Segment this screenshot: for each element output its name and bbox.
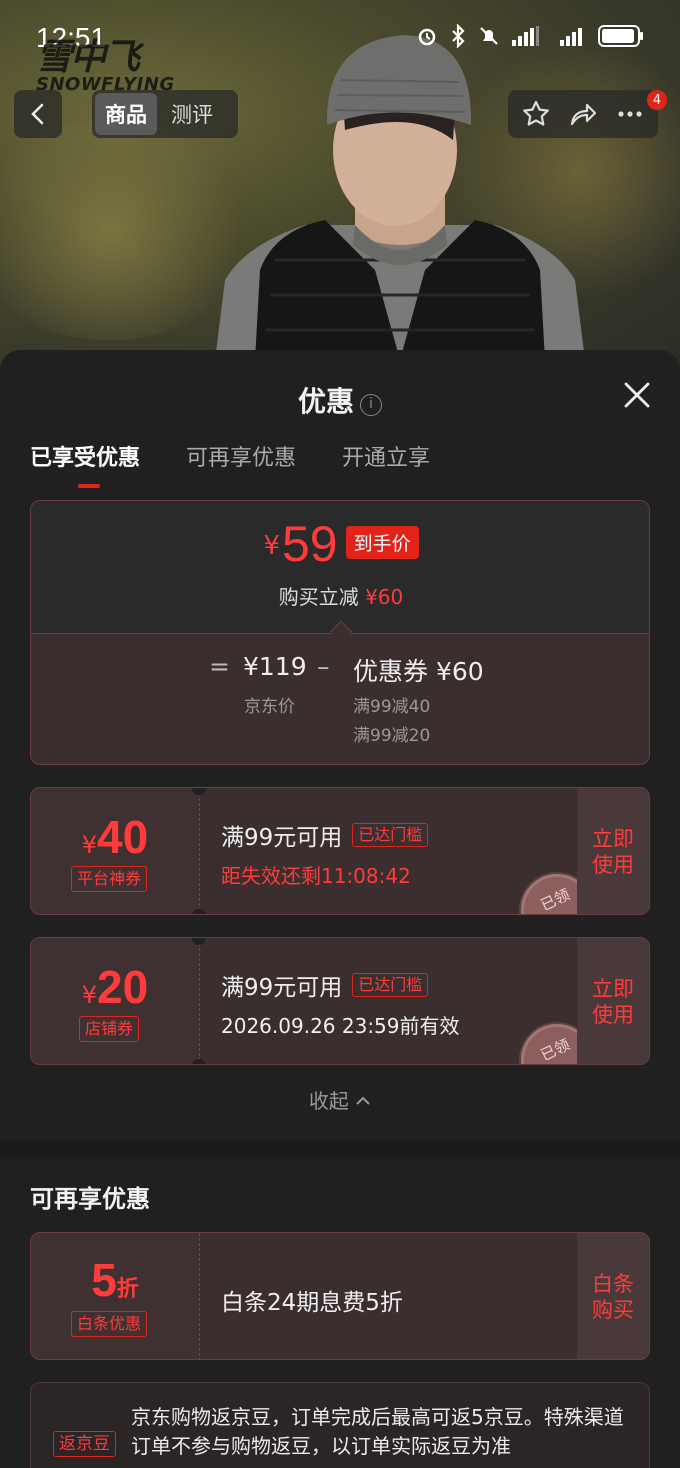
minus-sign: – — [317, 652, 330, 681]
bean-description: 京东购物返京豆，订单完成后最高可返5京豆。特殊渠道订单不参与购物返豆，以订单实际… — [131, 1405, 624, 1458]
nav-actions — [508, 90, 658, 138]
mute-icon — [480, 27, 498, 45]
offer-amount: 5折 — [91, 1254, 139, 1306]
tab-product[interactable]: 商品 — [95, 93, 157, 135]
share-icon[interactable] — [568, 99, 598, 129]
coupon-condition: 满99元可用 已达门槛 — [221, 818, 429, 852]
baitiao-buy-button[interactable]: 白条购买 — [577, 1233, 649, 1359]
section-title: 可再享优惠 — [30, 1185, 150, 1213]
chevron-left-icon — [31, 103, 44, 125]
final-price: 59 — [281, 516, 338, 572]
threshold-badge: 已达门槛 — [352, 823, 429, 847]
coupon-condition: 满99元可用 已达门槛 — [221, 968, 429, 1002]
use-now-button[interactable]: 立即使用 — [577, 788, 649, 914]
bluetooth-icon — [452, 24, 465, 48]
tab-activate[interactable]: 开通立享 — [342, 440, 430, 488]
tab-more[interactable]: 可再享优惠 — [186, 440, 296, 488]
coupon-total: 优惠券 ¥60 — [353, 657, 484, 686]
equals-sign: = — [209, 652, 230, 681]
coupon-expiry: 距失效还剩11:08:42 — [221, 864, 411, 888]
use-now-button[interactable]: 立即使用 — [577, 938, 649, 1064]
info-icon[interactable]: i — [360, 394, 382, 416]
notification-badge: 4 — [647, 90, 667, 110]
discount-summary: 购买立减 ¥60 — [278, 585, 404, 609]
offer-desc: 白条24期息费5折 — [221, 1290, 403, 1316]
more-offers-section: 可再享优惠 5折 白条优惠 白条24期息费5折 白条购买 返京豆 京东购物返京豆… — [0, 1157, 680, 1468]
offer-type: 白条优惠 — [71, 1311, 148, 1337]
coupon-card[interactable]: ¥40 平台神券 满99元可用 已达门槛 距失效还剩11:08:42 已领 立即… — [30, 787, 650, 915]
coupon-card[interactable]: ¥20 店铺券 满99元可用 已达门槛 2026.09.26 23:59前有效 … — [30, 937, 650, 1065]
more-icon[interactable] — [615, 99, 645, 129]
bean-tag: 返京豆 — [53, 1431, 116, 1457]
chevron-up-icon — [356, 1096, 370, 1105]
threshold-badge: 已达门槛 — [352, 973, 429, 997]
coupon-detail: 满99减20 — [353, 726, 431, 746]
coupon-expiry: 2026.09.26 23:59前有效 — [221, 1014, 460, 1038]
tab-review[interactable]: 测评 — [161, 93, 223, 135]
collapse-button[interactable]: 收起 — [0, 1085, 680, 1114]
alarm-icon — [418, 28, 436, 46]
tab-enjoyed[interactable]: 已享受优惠 — [30, 440, 140, 488]
back-button[interactable] — [14, 90, 62, 138]
final-price-label: 到手价 — [345, 526, 419, 559]
currency-symbol: ¥ — [263, 531, 280, 561]
brand-logo: 雪中飞 SNOWFLYING — [36, 37, 175, 95]
discount-tabs: 已享受优惠 可再享优惠 开通立享 — [30, 440, 430, 488]
baitiao-offer-card[interactable]: 5折 白条优惠 白条24期息费5折 白条购买 — [30, 1232, 650, 1360]
star-icon[interactable] — [521, 99, 551, 129]
coupon-type: 平台神券 — [71, 866, 148, 892]
model-photo — [215, 35, 585, 360]
status-icons — [416, 24, 644, 48]
battery-icon — [598, 25, 643, 47]
coupon-amount: ¥40 — [81, 811, 149, 863]
base-price-label: 京东价 — [244, 697, 295, 717]
signal-icon — [512, 26, 539, 46]
close-icon[interactable] — [620, 378, 654, 412]
base-price: ¥119 — [243, 652, 307, 681]
signal-2-icon — [560, 28, 582, 46]
price-breakdown-card: ¥ 59 到手价 购买立减 ¥60 = ¥119 京东价 – 优惠券 ¥60 满… — [30, 500, 650, 765]
coupon-amount: ¥20 — [81, 961, 149, 1013]
nav-tabs: 商品 测评 — [92, 90, 238, 138]
bean-rebate-card: 返京豆 京东购物返京豆，订单完成后最高可返5京豆。特殊渠道订单不参与购物返豆，以… — [30, 1382, 650, 1468]
coupon-detail: 满99减40 — [353, 697, 431, 717]
sheet-title: 优惠 i — [0, 380, 680, 420]
discount-sheet: 优惠 i 已享受优惠 可再享优惠 开通立享 ¥ 59 到手价 购买立减 ¥60 =… — [0, 350, 680, 1140]
coupon-type: 店铺券 — [79, 1016, 140, 1042]
